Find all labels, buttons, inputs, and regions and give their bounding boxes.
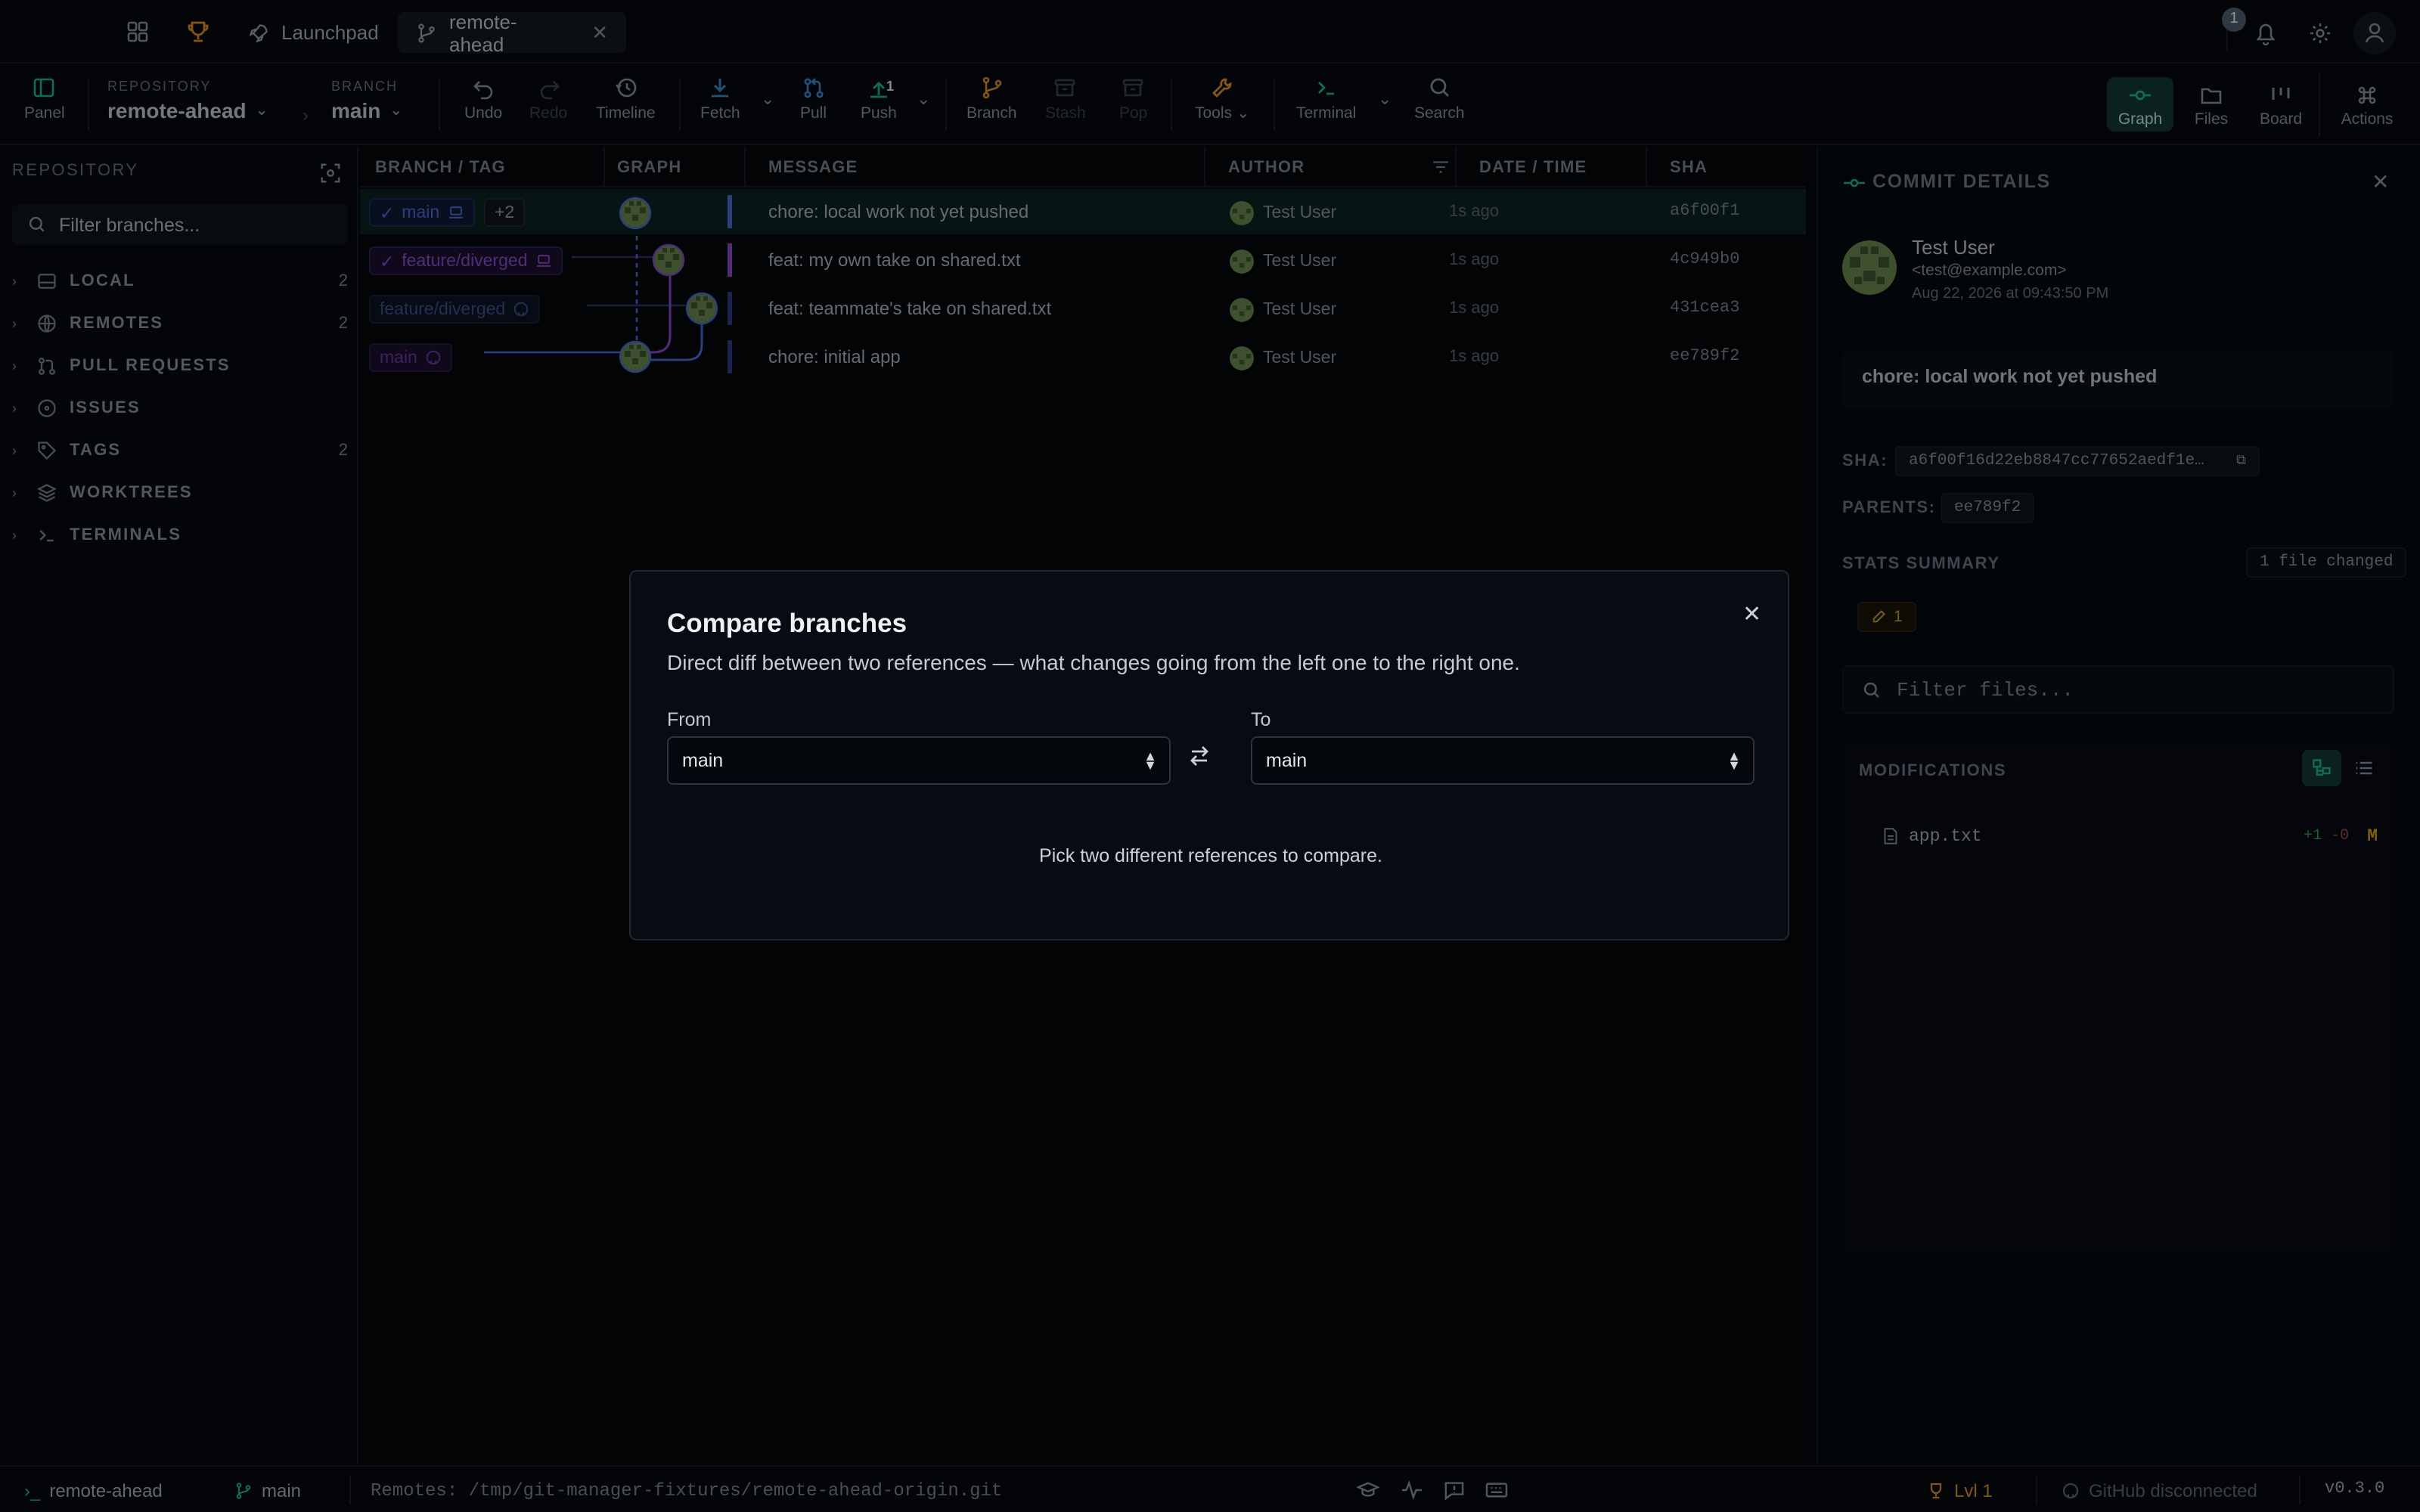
to-ref-value: main (1266, 750, 1308, 771)
compare-branches-dialog: Compare branches Direct diff between two… (629, 570, 1789, 940)
compare-empty-message: Pick two different references to compare… (1039, 845, 1382, 866)
select-arrows-icon: ▲ ▼ (1143, 748, 1157, 773)
to-label: To (1251, 709, 1271, 730)
select-arrows-icon: ▲ ▼ (1727, 748, 1741, 773)
close-dialog-icon[interactable]: ✕ (1742, 600, 1761, 627)
from-ref-select[interactable]: main ▲ ▼ (667, 736, 1171, 785)
from-ref-value: main (682, 750, 724, 771)
to-ref-select[interactable]: main ▲ ▼ (1251, 736, 1754, 785)
dialog-title: Compare branches (667, 608, 908, 638)
from-label: From (667, 709, 712, 730)
swap-refs-icon[interactable] (1187, 744, 1212, 768)
dialog-subtitle: Direct diff between two references — wha… (667, 650, 1520, 674)
